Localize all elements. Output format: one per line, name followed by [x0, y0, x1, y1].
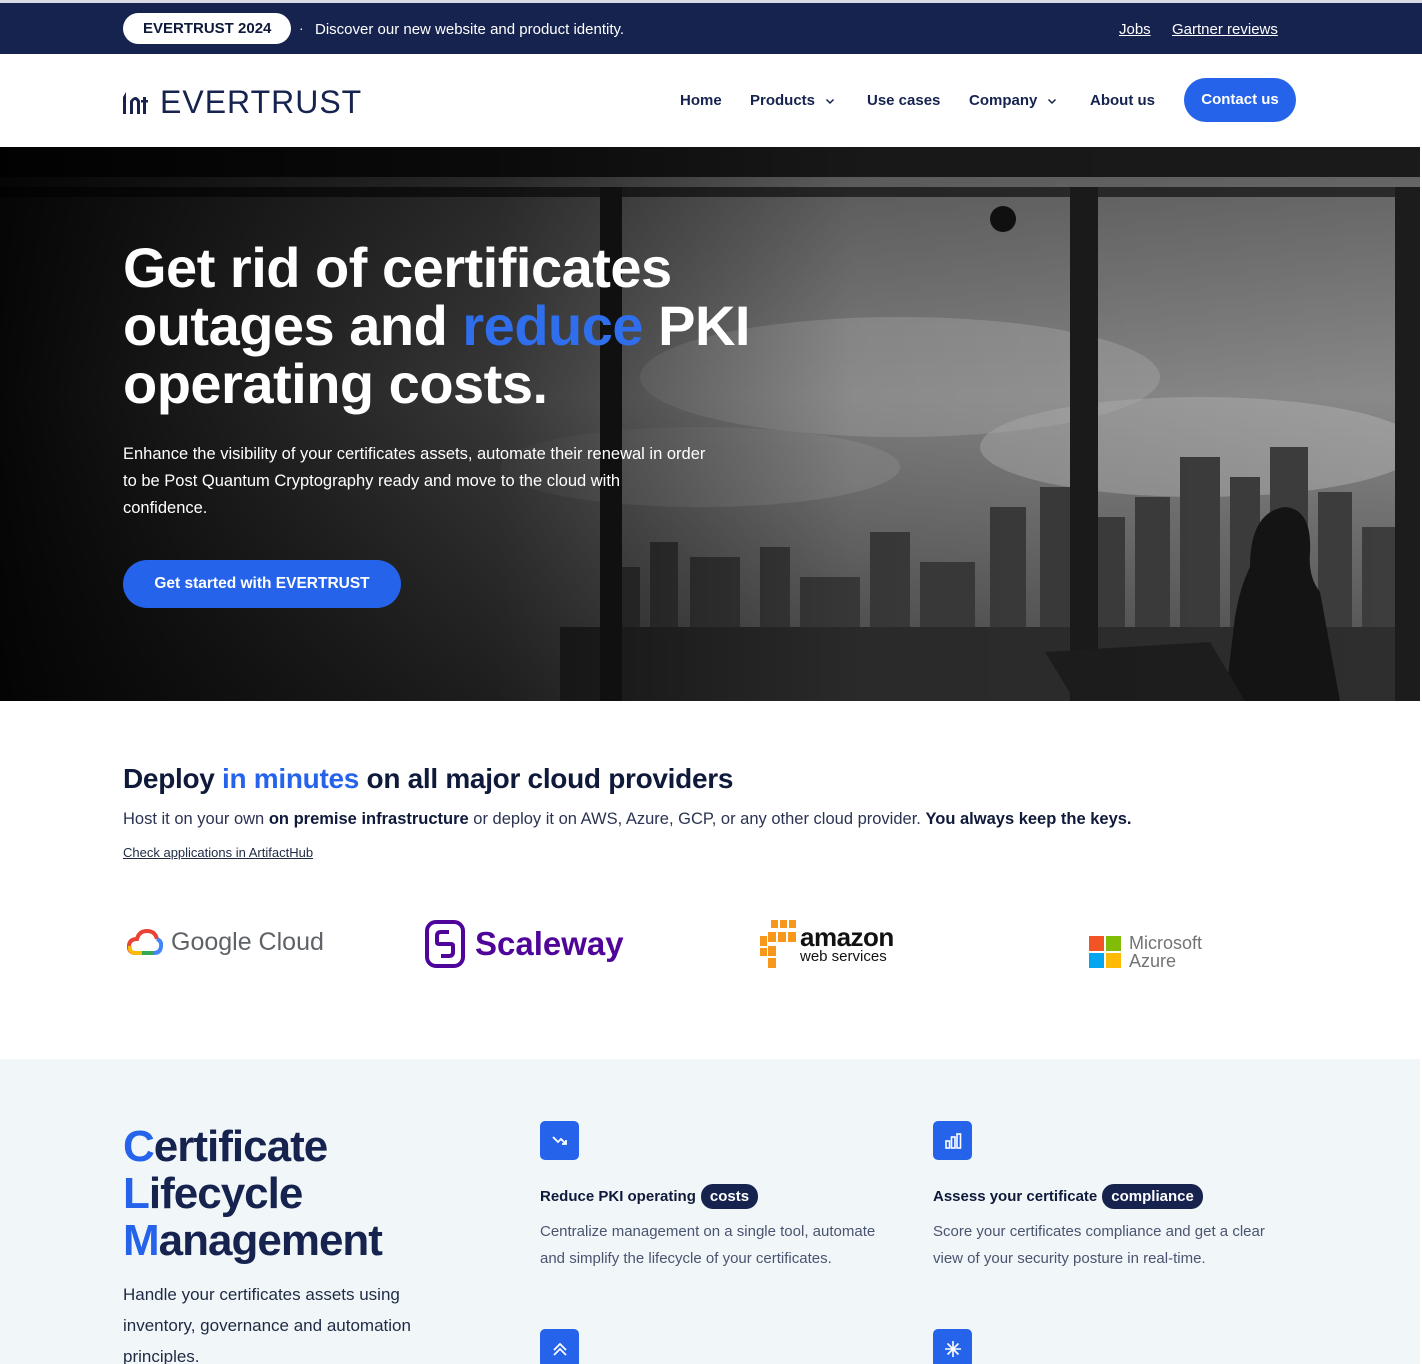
microsoft-label: Microsoft	[1129, 933, 1203, 953]
feature-quantum	[933, 1329, 972, 1364]
clm-title-cap-m: M	[123, 1216, 160, 1265]
scaleway-icon	[425, 920, 465, 968]
clm-section: Certificate Lifecycle Management Handle …	[0, 1059, 1420, 1364]
hero-section: Get rid of certificates outages and redu…	[0, 147, 1420, 701]
hero-description: Enhance the visibility of your certifica…	[123, 445, 706, 517]
deploy-sub-bold1: on premise infrastructure	[268, 810, 469, 828]
feature-title-text: Reduce PKI operating	[540, 1188, 696, 1205]
evertrust-2024-badge[interactable]: EVERTRUST 2024	[123, 13, 292, 44]
gartner-reviews-link[interactable]: Gartner reviews	[1172, 21, 1278, 38]
evertrust-logo-mark-icon	[123, 91, 148, 114]
logo-text: EVERTRUST	[160, 84, 363, 120]
clm-title-certificate: ertificate	[153, 1122, 328, 1171]
hero-background-image	[0, 147, 1420, 701]
nav-company[interactable]: Company	[969, 92, 1057, 109]
artifacthub-link[interactable]: Check applications in ArtifactHub	[123, 845, 313, 860]
double-chevron-up-icon	[540, 1329, 579, 1364]
nav-use-cases-label: Use cases	[867, 92, 941, 109]
deploy-sub-part2: or deploy it on AWS, Azure, GCP, or any …	[468, 810, 926, 828]
feature-title: Assess your certificate compliance	[933, 1184, 1293, 1209]
announcement-text[interactable]: Discover our new website and product ide…	[315, 21, 624, 38]
nav-company-label: Company	[969, 92, 1038, 109]
feature-title: Reduce PKI operating costs	[540, 1184, 900, 1209]
nav-home[interactable]: Home	[680, 92, 722, 109]
hero-title: Get rid of certificates outages and redu…	[123, 239, 763, 413]
azure-label: Azure	[1129, 951, 1177, 971]
announcement-bar: EVERTRUST 2024 · Discover our new websit…	[0, 0, 1422, 54]
clm-description: Handle your certificates assets using in…	[123, 1285, 411, 1364]
contact-us-button[interactable]: Contact us	[1184, 78, 1296, 122]
feature-description: Centralize management on a single tool, …	[540, 1223, 876, 1267]
nav-use-cases[interactable]: Use cases	[867, 92, 940, 109]
separator: ·	[299, 20, 304, 36]
aws-label: amazon	[800, 922, 894, 952]
nav-products-label: Products	[750, 92, 816, 109]
feature-assess-compliance: Assess your certificate compliance Score…	[933, 1121, 1293, 1272]
chevron-down-icon	[825, 98, 835, 104]
feature-automation	[540, 1329, 579, 1364]
deploy-title-part2: on all major cloud providers	[359, 763, 734, 794]
nav-products[interactable]: Products	[750, 92, 835, 109]
site-header: EVERTRUST Home Products Use cases Compan…	[0, 54, 1422, 147]
hero-title-accent: reduce	[462, 294, 644, 357]
feature-description: Score your certificates compliance and g…	[933, 1223, 1265, 1267]
scaleway-logo: Scaleway	[425, 920, 624, 968]
jobs-link[interactable]: Jobs	[1119, 21, 1151, 38]
deploy-subtitle: Host it on your own on premise infrastru…	[123, 810, 1132, 829]
clm-title-management: anagement	[158, 1216, 383, 1265]
deploy-title-part1: Deploy	[123, 763, 223, 794]
nav-about-us[interactable]: About us	[1090, 92, 1155, 109]
clm-title-lifecycle: ifecycle	[148, 1169, 303, 1218]
deploy-title-accent: in minutes	[222, 763, 360, 794]
nav-home-label: Home	[680, 92, 722, 109]
evertrust-logo[interactable]: EVERTRUST	[122, 84, 362, 121]
deploy-title: Deploy in minutes on all major cloud pro…	[123, 763, 733, 795]
microsoft-logo-icon	[1089, 936, 1121, 968]
google-cloud-logo: Google Cloud	[127, 927, 324, 957]
clm-title-cap-l: L	[123, 1169, 150, 1218]
clm-title: Certificate Lifecycle Management	[123, 1122, 383, 1265]
aws-cubes-icon	[760, 920, 796, 968]
clm-title-cap-c: C	[123, 1122, 155, 1171]
microsoft-azure-logo: Microsoft Azure	[1089, 934, 1202, 970]
deploy-sub-bold2: You always keep the keys.	[925, 810, 1132, 828]
bar-chart-icon	[933, 1121, 972, 1160]
compliance-badge: compliance	[1102, 1184, 1203, 1209]
sparkle-icon	[933, 1329, 972, 1364]
costs-badge: costs	[700, 1184, 759, 1209]
chevron-down-icon	[1048, 98, 1057, 104]
google-cloud-icon	[127, 928, 163, 955]
nav-about-us-label: About us	[1090, 92, 1155, 109]
feature-title-text: Assess your certificate	[933, 1188, 1098, 1205]
deploy-sub-part1: Host it on your own	[123, 810, 269, 828]
scaleway-label: Scaleway	[475, 925, 624, 962]
get-started-button[interactable]: Get started with EVERTRUST	[123, 560, 401, 608]
google-cloud-label: Google Cloud	[171, 927, 324, 956]
trend-down-icon	[540, 1121, 579, 1160]
aws-logo: amazon web services	[758, 918, 894, 970]
aws-sublabel: web services	[800, 948, 887, 965]
feature-reduce-costs: Reduce PKI operating costs Centralize ma…	[540, 1121, 900, 1272]
